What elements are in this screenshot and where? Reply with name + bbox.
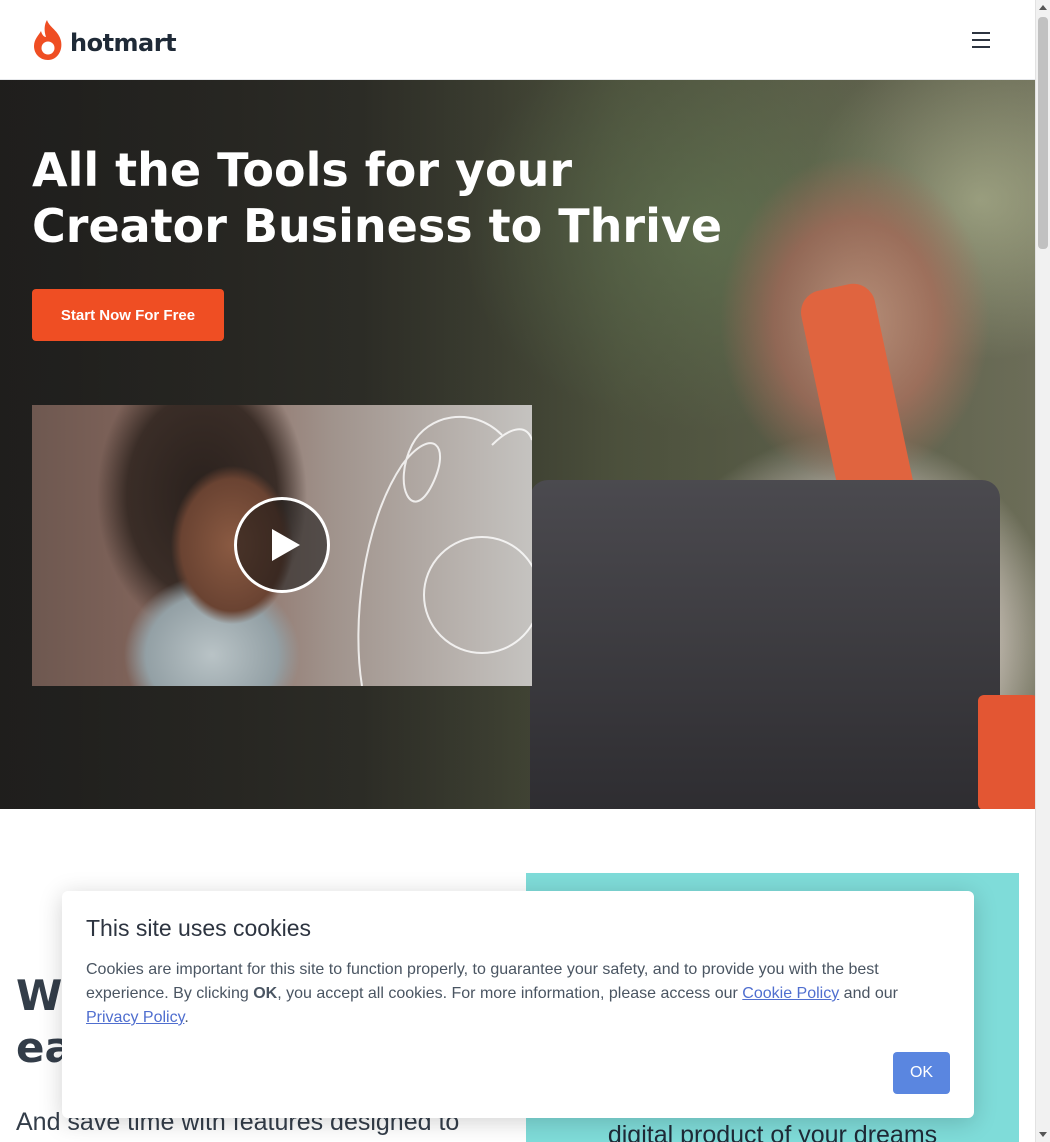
cookie-text-part: , you accept all cookies. For more infor…: [277, 985, 743, 1002]
play-button[interactable]: [234, 497, 330, 593]
hero-title: All the Tools for your Creator Business …: [32, 143, 723, 253]
flame-icon: [34, 19, 62, 60]
cookie-policy-link[interactable]: Cookie Policy: [742, 985, 839, 1002]
hero-section: All the Tools for your Creator Business …: [0, 80, 1035, 809]
page-scrollbar[interactable]: [1035, 0, 1050, 1142]
cookie-text-bold: OK: [253, 985, 278, 1002]
play-icon: [272, 529, 300, 561]
scroll-thumb[interactable]: [1038, 17, 1048, 249]
hero-photo-laptop: [530, 480, 1000, 809]
cookie-text-part: .: [184, 1009, 189, 1026]
cookie-ok-button[interactable]: OK: [893, 1052, 950, 1094]
hotmart-logo[interactable]: hotmart: [32, 19, 177, 61]
privacy-policy-link[interactable]: Privacy Policy: [86, 1009, 184, 1026]
scroll-down-arrow-icon[interactable]: [1039, 1132, 1047, 1137]
cookie-title: This site uses cookies: [86, 915, 311, 941]
brand-name: hotmart: [70, 28, 177, 57]
video-player[interactable]: [32, 405, 532, 686]
scroll-up-arrow-icon[interactable]: [1039, 5, 1047, 10]
cookie-description: Cookies are important for this site to f…: [86, 958, 950, 1030]
hero-photo-mug: [978, 695, 1035, 809]
feature-panel-text: digital product of your dreams: [607, 1121, 938, 1142]
start-now-button[interactable]: Start Now For Free: [32, 289, 224, 341]
cookie-banner: This site uses cookies Cookies are impor…: [62, 891, 974, 1118]
site-header: hotmart: [0, 0, 1035, 80]
hamburger-menu-icon[interactable]: [967, 26, 995, 54]
cookie-text-part: and our: [839, 985, 898, 1002]
